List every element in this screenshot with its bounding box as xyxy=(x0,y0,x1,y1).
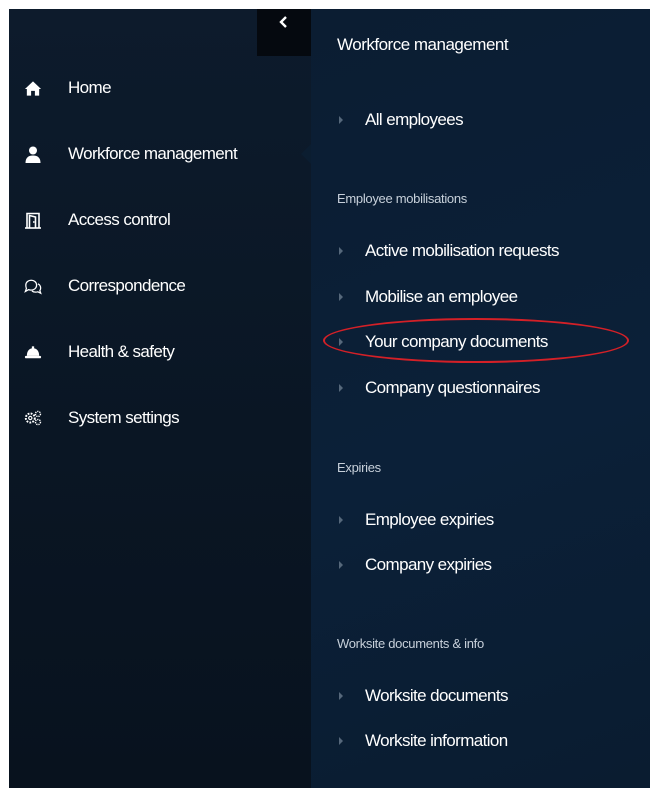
submenu-item-mobilise-an-employee[interactable]: Mobilise an employee xyxy=(337,285,518,309)
caret-right-icon xyxy=(339,561,343,569)
sidebar-item-label: Workforce management xyxy=(68,144,238,163)
home-icon xyxy=(24,79,42,97)
section-heading-employee-mobilisations: Employee mobilisations xyxy=(337,191,467,206)
submenu-item-label: Company questionnaires xyxy=(365,378,540,397)
submenu-item-label: Your company documents xyxy=(365,332,548,351)
submenu-item-label: Worksite information xyxy=(365,731,508,750)
chat-icon xyxy=(24,277,42,295)
submenu-item-label: Mobilise an employee xyxy=(365,287,518,306)
submenu-item-worksite-information[interactable]: Worksite information xyxy=(337,729,508,753)
submenu-item-all-employees[interactable]: All employees xyxy=(337,108,464,132)
caret-right-icon xyxy=(339,516,343,524)
gears-icon xyxy=(24,409,42,427)
submenu-item-active-mobilisation-requests[interactable]: Active mobilisation requests xyxy=(337,239,560,263)
user-icon xyxy=(24,145,42,163)
submenu-item-company-questionnaires[interactable]: Company questionnaires xyxy=(337,376,540,400)
sidebar-item-system-settings[interactable]: System settings xyxy=(9,385,311,451)
submenu-item-employee-expiries[interactable]: Employee expiries xyxy=(337,508,494,532)
caret-right-icon xyxy=(339,293,343,301)
sidebar-item-label: Access control xyxy=(68,210,171,229)
chevron-left-icon xyxy=(279,15,289,33)
submenu-item-label: All employees xyxy=(365,110,464,129)
sidebar-item-health-safety[interactable]: Health & safety xyxy=(9,319,311,385)
section-heading-worksite-documents-info: Worksite documents & info xyxy=(337,636,484,651)
sidebar-item-workforce-management[interactable]: Workforce management xyxy=(9,121,312,187)
sidebar: Home Workforce management Access control xyxy=(9,9,312,788)
sidebar-item-home[interactable]: Home xyxy=(9,55,311,121)
collapse-sidebar-button[interactable] xyxy=(257,9,311,56)
caret-right-icon xyxy=(339,247,343,255)
submenu-item-label: Active mobilisation requests xyxy=(365,241,560,260)
sidebar-item-access-control[interactable]: Access control xyxy=(9,187,311,253)
sidebar-item-label: Correspondence xyxy=(68,276,186,295)
caret-right-icon xyxy=(339,338,343,346)
sidebar-item-label: Health & safety xyxy=(68,342,175,361)
submenu-item-worksite-documents[interactable]: Worksite documents xyxy=(337,684,508,708)
section-heading-expiries: Expiries xyxy=(337,460,381,475)
submenu-item-label: Worksite documents xyxy=(365,686,508,705)
navigation-frame: Home Workforce management Access control xyxy=(9,9,650,788)
caret-right-icon xyxy=(339,384,343,392)
door-icon xyxy=(24,211,42,229)
submenu-item-label: Employee expiries xyxy=(365,510,494,529)
caret-right-icon xyxy=(339,692,343,700)
submenu-item-label: Company expiries xyxy=(365,555,492,574)
submenu-item-your-company-documents[interactable]: Your company documents xyxy=(337,330,548,354)
submenu-panel: Workforce management All employees Emplo… xyxy=(311,9,650,788)
submenu-title: Workforce management xyxy=(337,35,509,54)
sidebar-item-label: System settings xyxy=(68,408,180,427)
sidebar-item-label: Home xyxy=(68,78,112,97)
submenu-item-company-expiries[interactable]: Company expiries xyxy=(337,553,492,577)
caret-right-icon xyxy=(339,116,343,124)
sidebar-nav: Home Workforce management Access control xyxy=(9,55,312,451)
sidebar-item-correspondence[interactable]: Correspondence xyxy=(9,253,311,319)
hard-hat-icon xyxy=(24,343,42,361)
caret-right-icon xyxy=(339,737,343,745)
